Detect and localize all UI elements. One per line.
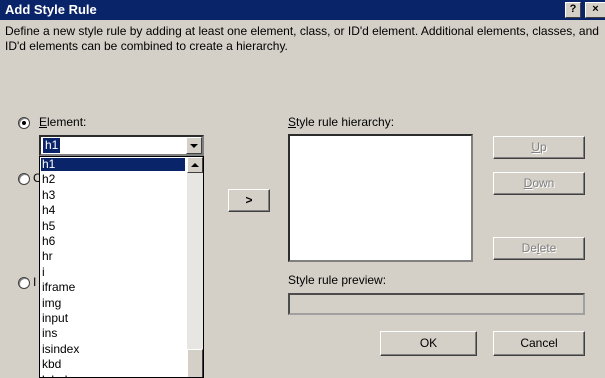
dropdown-item[interactable]: ins [41, 327, 185, 340]
dialog-title: Add Style Rule [5, 2, 97, 17]
dropdown-item[interactable]: input [41, 312, 185, 325]
scrollbar-thumb[interactable] [187, 349, 203, 377]
dropdown-item[interactable]: h2 [41, 173, 185, 186]
dropdown-item[interactable]: i [41, 265, 185, 279]
down-button[interactable]: Down [493, 172, 585, 195]
add-to-hierarchy-button[interactable]: > [228, 189, 270, 212]
style-rule-preview-field [288, 293, 585, 315]
combo-dropdown-button[interactable] [186, 137, 202, 154]
delete-button[interactable]: Delete [493, 237, 585, 260]
dropdown-item[interactable]: hr [41, 250, 185, 263]
element-dropdown-list[interactable]: h1 h2 h3 h4 h5 h6 hr i iframe img input ins isindex k… [39, 156, 204, 378]
dialog-description: Define a new style rule by adding at lea… [5, 24, 599, 53]
dropdown-item[interactable]: kbd [41, 358, 185, 371]
ok-button[interactable]: OK [380, 331, 477, 356]
preview-label: Style rule preview: [288, 273, 387, 287]
dropdown-item[interactable]: img [41, 296, 185, 310]
scroll-up-button[interactable] [187, 157, 203, 173]
dropdown-item[interactable]: label [41, 373, 185, 377]
chevron-down-icon [190, 144, 198, 148]
dropdown-item[interactable]: isindex [41, 342, 185, 356]
radio-selected-dot [22, 121, 26, 125]
style-rule-hierarchy-list[interactable] [288, 134, 473, 262]
up-button[interactable]: Up [493, 136, 585, 159]
dropdown-item[interactable]: h3 [41, 188, 185, 202]
element-combo-value[interactable]: h1 [43, 138, 61, 153]
element-radio[interactable] [18, 117, 30, 129]
dropdown-item[interactable]: h1 [41, 158, 185, 171]
dropdown-item[interactable]: h5 [41, 219, 185, 233]
cancel-button[interactable]: Cancel [493, 331, 585, 356]
dropdown-item[interactable]: h6 [41, 235, 185, 248]
element-combobox[interactable]: h1 [39, 135, 204, 156]
id-radio[interactable] [18, 277, 30, 289]
class-radio[interactable] [18, 173, 30, 185]
close-icon[interactable]: × [585, 2, 605, 18]
arrow-up-icon [191, 163, 199, 167]
dropdown-scrollbar[interactable] [187, 157, 203, 377]
help-icon[interactable]: ? [565, 2, 581, 18]
element-label[interactable]: Element: [39, 115, 86, 129]
dropdown-item[interactable]: h4 [41, 204, 185, 217]
title-bar: Add Style Rule ? × [0, 0, 605, 20]
hierarchy-label: Style rule hierarchy: [288, 115, 395, 129]
dropdown-item[interactable]: iframe [41, 281, 185, 294]
